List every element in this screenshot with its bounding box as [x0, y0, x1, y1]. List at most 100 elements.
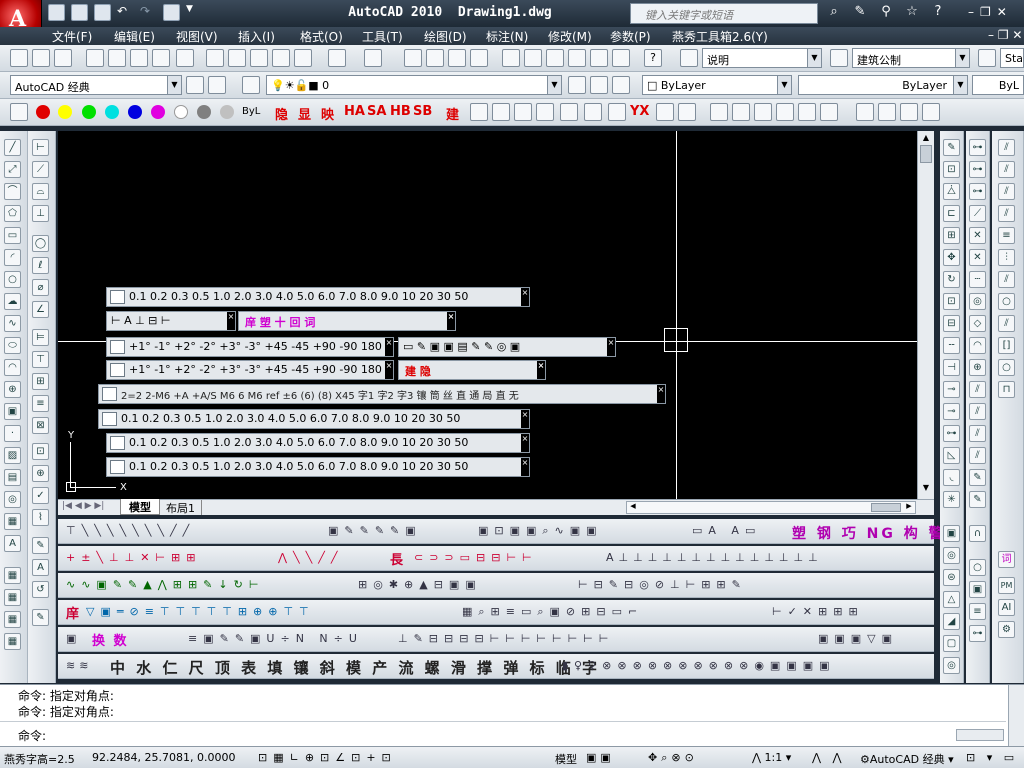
table-style-icon[interactable]	[978, 49, 996, 67]
navigation-icons[interactable]: ✥⌕⊗⊙	[648, 751, 698, 765]
rotate-icon[interactable]: ↻	[943, 271, 960, 288]
circle-target-icon[interactable]: ◎	[969, 293, 986, 310]
properties-icon[interactable]	[502, 49, 520, 67]
linear-dim-icon[interactable]: ⊢	[32, 139, 49, 156]
arc-icon[interactable]: ◜	[4, 249, 21, 266]
hatch-tool2-icon[interactable]: ⫽	[969, 403, 986, 420]
dim-text-edit-icon[interactable]: A	[32, 559, 49, 576]
lock-icon[interactable]: ⊓	[998, 381, 1015, 398]
shape-tools-icons[interactable]: ⊢⊟✎⊟◎⊘⊥⊢⊞⊞✎	[578, 578, 747, 591]
close-icon[interactable]: ×	[521, 458, 529, 476]
help-icon[interactable]: ?	[644, 49, 662, 67]
hatch-tool4-icon[interactable]: ⫽	[969, 447, 986, 464]
close-icon[interactable]: ×	[521, 434, 529, 452]
menu-parametric[interactable]: 参数(P)	[610, 28, 651, 45]
cyan-color-icon[interactable]	[105, 105, 119, 119]
publish-icon[interactable]	[130, 49, 148, 67]
array-icon[interactable]: ⊞	[943, 227, 960, 244]
doc-window-controls[interactable]: – ❐ ✕	[988, 28, 1022, 42]
floating-toolbar-plastic[interactable]: 庠 塑 十 回 词 ×	[238, 311, 456, 331]
menu-dimension[interactable]: 标注(N)	[486, 28, 528, 45]
command-scrollbar[interactable]	[1008, 685, 1024, 747]
blue-color-icon[interactable]	[128, 105, 142, 119]
copy-icon[interactable]	[228, 49, 246, 67]
circle-o-icon[interactable]: ○	[998, 293, 1015, 310]
open-icon[interactable]	[71, 4, 88, 21]
zoom-realtime-icon[interactable]	[426, 49, 444, 67]
box-red-icon[interactable]: ▣	[969, 581, 986, 598]
output-tools-icons[interactable]: ▮♀♀⊗⊗⊗⊗⊗⊗⊗⊗⊗⊗◉▣▣▣▣	[562, 659, 836, 672]
minimize-icon[interactable]: –	[968, 5, 974, 19]
check-tools-icons[interactable]: ⊢✓✕⊞⊞⊞	[772, 605, 864, 618]
mold-tools3-icons[interactable]: ⊂⊃⊃▭⊟⊟⊢⊢	[414, 551, 538, 564]
restore-icon[interactable]: ❐	[980, 5, 991, 19]
white-color-icon[interactable]	[174, 105, 188, 119]
dash-icon[interactable]: ┄	[969, 271, 986, 288]
join-icon[interactable]: ⊶	[943, 425, 960, 442]
hand-icon[interactable]	[776, 103, 794, 121]
chamfer-icon[interactable]	[820, 103, 838, 121]
close-icon[interactable]: ×	[521, 288, 529, 306]
torus-icon[interactable]: ◎	[943, 657, 960, 674]
layers-stack-icon[interactable]	[470, 103, 488, 121]
model-space-button[interactable]: 模型	[555, 751, 577, 767]
layer-red-icon[interactable]: ≡	[969, 603, 986, 620]
layer-tool-icon[interactable]: ▦	[4, 567, 21, 584]
circle-sm-icon[interactable]: ○	[998, 359, 1015, 376]
floating-toolbar-dim-text[interactable]: 2=2 2-M6 +A +A/S M6 6 M6 ref ±6 (6) (8) …	[98, 384, 666, 404]
text-tools-icons[interactable]: ▭A A▭	[692, 524, 761, 537]
polyline-icon[interactable]: ⌒	[4, 183, 21, 200]
paste-icon[interactable]	[250, 49, 268, 67]
undo-icon[interactable]: ↶	[117, 4, 134, 21]
zoom-window-icon[interactable]	[448, 49, 466, 67]
menu-tools[interactable]: 工具(T)	[362, 28, 403, 45]
mark-tool-icon[interactable]: ✎	[969, 469, 986, 486]
color-palette-icon[interactable]	[10, 103, 28, 121]
ruler-icon[interactable]	[514, 103, 532, 121]
save-icon[interactable]	[94, 4, 111, 21]
tool-icon[interactable]	[560, 103, 578, 121]
view-tools-icons[interactable]: ▣⊡▣▣⌕∿▣▣	[478, 524, 603, 538]
extend-icon[interactable]: ⊣	[943, 359, 960, 376]
layer-tools-icons[interactable]: ≋≋	[66, 659, 92, 672]
close-icon[interactable]: ×	[447, 312, 455, 330]
workspace-switch[interactable]: ⚙AutoCAD 经典 ▾	[860, 751, 954, 767]
display-tools-icons[interactable]: ▣▣▣▽▣	[818, 632, 898, 645]
floating-toolbar-mirror[interactable]: +1° -1° +2° -2° +3° -3° +45 -45 +90 -90 …	[106, 360, 394, 380]
erase-icon[interactable]: ✎	[943, 139, 960, 156]
floating-toolbar-text[interactable]: 0.1 0.2 0.3 0.5 1.0 2.0 3.0 4.0 5.0 6.0 …	[121, 412, 460, 425]
cone-icon[interactable]: △	[943, 591, 960, 608]
bracket-icon[interactable]: []	[998, 337, 1015, 354]
standard-parts-icons[interactable]: ▽▣═⊘≡⊤⊤⊤⊤⊤⊞⊕⊕⊤⊤	[86, 605, 315, 618]
menu-draw[interactable]: 绘图(D)	[424, 28, 467, 45]
block-editor-icon[interactable]	[294, 49, 312, 67]
gray-color-icon[interactable]	[197, 105, 211, 119]
floating-toolbar-text[interactable]: 0.1 0.2 0.3 0.5 1.0 2.0 3.0 4.0 5.0 6.0 …	[129, 436, 468, 449]
sheet-set-icon[interactable]	[568, 49, 586, 67]
break-icon[interactable]: ⊸	[943, 381, 960, 398]
hatch-pattern4-icon[interactable]: ⫽	[998, 205, 1015, 222]
make-block-icon[interactable]: ▣	[4, 403, 21, 420]
mold-tools-icons[interactable]: +±╲⊥⊥✕⊢⊞⊞	[66, 551, 201, 564]
construction-line-icon[interactable]: ⤢	[4, 161, 21, 178]
diamond-icon[interactable]: ◇	[969, 315, 986, 332]
dim-style-select[interactable]: 建筑公制 ▼	[852, 48, 970, 68]
menu-view[interactable]: 视图(V)	[176, 28, 218, 45]
revcloud-icon[interactable]: ☁	[4, 293, 21, 310]
scroll-thumb[interactable]	[920, 145, 932, 163]
floating-toolbar-slope[interactable]: 0.1 0.2 0.3 0.5 1.0 2.0 3.0 4.0 5.0 6.0 …	[106, 287, 530, 307]
convert-number-labels[interactable]: 换 数	[92, 630, 129, 649]
table-style-select[interactable]: Sta	[1000, 48, 1024, 68]
tab-model[interactable]: 模型	[120, 499, 160, 515]
qat-dropdown-icon[interactable]: ▼	[186, 4, 203, 21]
red-color-icon[interactable]	[36, 105, 50, 119]
close-icon[interactable]: ×	[657, 385, 665, 403]
mark-tool2-icon[interactable]: ✎	[969, 491, 986, 508]
move-icon[interactable]: ✥	[943, 249, 960, 266]
scroll-right-icon[interactable]: ▶	[903, 502, 915, 513]
palette-icon[interactable]	[536, 103, 554, 121]
key-icon[interactable]	[900, 103, 918, 121]
folder-icon[interactable]	[608, 103, 626, 121]
dim-line-icon[interactable]	[856, 103, 874, 121]
quickcalc-icon[interactable]	[612, 49, 630, 67]
